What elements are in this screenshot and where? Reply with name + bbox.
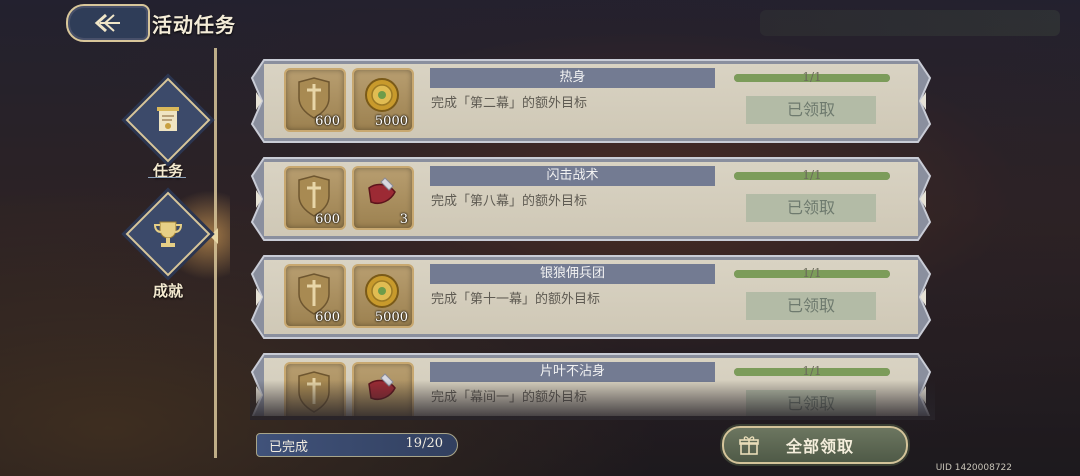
gold-coin-icon: [365, 274, 399, 308]
user-id: UID 1420008722: [935, 463, 1012, 473]
tab-tasks[interactable]: 任务: [125, 77, 211, 181]
tab-achievements-label: 成就: [152, 282, 183, 300]
claimed-status-button[interactable]: 已领取: [746, 292, 876, 320]
page-title: 活动任务: [152, 13, 236, 37]
reward-qty: 5000: [374, 114, 408, 129]
gift-icon: [739, 436, 759, 455]
task-description: 完成「第八幕」的额外目标: [431, 194, 588, 209]
reward-item[interactable]: 5000: [352, 68, 414, 132]
claim-all-button[interactable]: 全部领取: [722, 426, 908, 464]
claim-all-label: 全部领取: [786, 437, 855, 456]
task-description: 完成「第十一幕」的额外目标: [431, 292, 601, 307]
tab-tasks-frame: [125, 77, 211, 163]
scroll-banner-icon: [157, 107, 179, 131]
reward-qty: 3: [399, 212, 408, 227]
active-tab-pointer: [210, 228, 218, 244]
task-card: 600 3 闪击战术完成「第八幕」的额外目标 1/1 已领取: [250, 156, 932, 242]
task-name: 片叶不沾身: [430, 362, 715, 382]
task-list[interactable]: 600 5000 热身完成「第二幕」的额外目标 1/1 已领取 600 3 闪击战术完成「第八…: [250, 58, 935, 416]
reward-item[interactable]: 3: [352, 166, 414, 230]
completed-count: 19/20: [405, 436, 443, 451]
task-progress-text: 1/1: [802, 70, 822, 84]
task-progress-text: 1/1: [802, 168, 822, 182]
back-button[interactable]: [66, 4, 150, 42]
nav-separator: [148, 177, 186, 178]
back-arrow-icon: [94, 13, 120, 33]
task-description: 完成「第二幕」的额外目标: [431, 96, 588, 111]
claimed-status-button[interactable]: 已领取: [746, 194, 876, 222]
reward-qty: 600: [315, 114, 340, 129]
claimed-status-button[interactable]: 已领取: [746, 96, 876, 124]
task-card: 600 5000 银狼佣兵团完成「第十一幕」的额外目标 1/1 已领取: [250, 254, 932, 340]
reward-item[interactable]: 600: [284, 264, 346, 328]
task-name: 闪击战术: [430, 166, 715, 186]
tab-achievements[interactable]: 成就: [125, 191, 211, 301]
reward-item[interactable]: 5000: [352, 264, 414, 328]
task-card: 600 5000 热身完成「第二幕」的额外目标 1/1 已领取: [250, 58, 932, 144]
list-scroll-fade: [250, 380, 935, 420]
task-progress-text: 1/1: [802, 364, 822, 378]
tab-achievements-frame: [125, 191, 211, 277]
task-name: 银狼佣兵团: [430, 264, 715, 284]
gold-coin-icon: [365, 78, 399, 112]
task-name: 热身: [430, 68, 715, 88]
completed-progress-bar: 已完成 19/20: [256, 433, 458, 457]
reward-item[interactable]: 600: [284, 166, 346, 230]
nav-divider-line: [214, 48, 217, 458]
red-cloth-item-icon: [368, 177, 396, 204]
completed-label: 已完成: [269, 440, 309, 455]
reward-qty: 600: [315, 310, 340, 325]
reward-qty: 5000: [374, 310, 408, 325]
trophy-icon: [153, 221, 183, 247]
background-hud-strip: [760, 10, 1060, 36]
task-progress-text: 1/1: [802, 266, 822, 280]
reward-item[interactable]: 600: [284, 68, 346, 132]
reward-qty: 600: [315, 212, 340, 227]
